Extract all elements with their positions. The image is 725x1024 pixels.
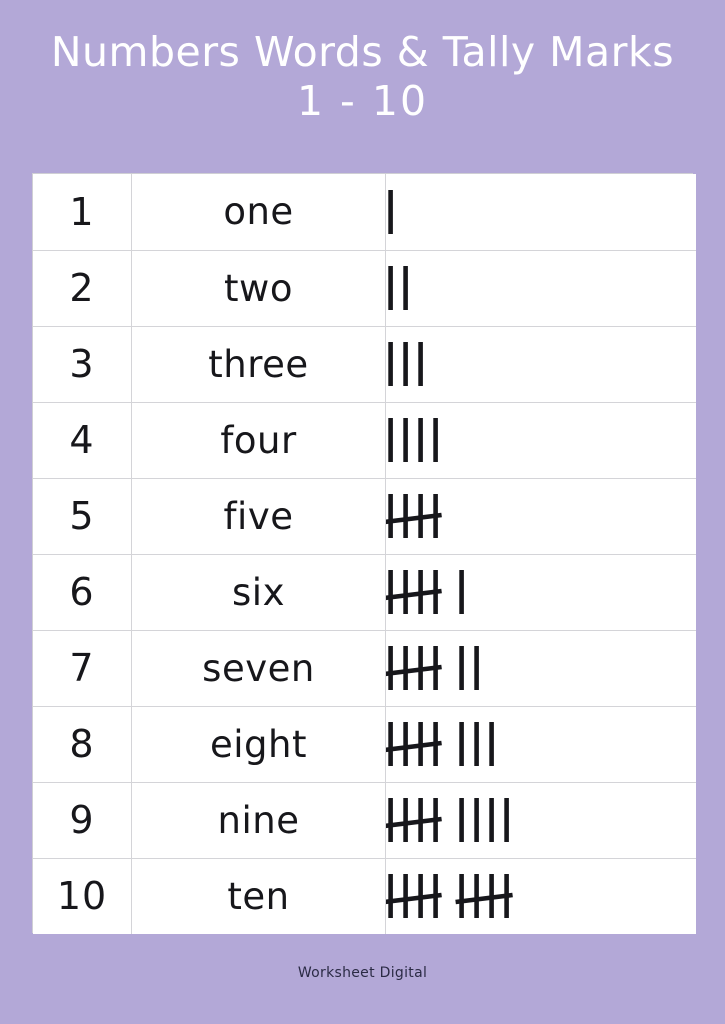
- table-row: 3 three: [33, 325, 696, 403]
- table-row: 2 two: [33, 249, 696, 327]
- tally-marks-cell: [385, 781, 696, 859]
- table-row: 1 one: [33, 174, 696, 251]
- number-chart-body: 1 one 2 two 3 three 4 four 5 five 6 six 7 seven 8 eight…: [33, 174, 696, 934]
- table-row: 9 nine: [33, 781, 696, 859]
- tally-marks-cell: [385, 249, 696, 327]
- tally-marks-cell: [385, 857, 696, 934]
- page-subtitle: 1 - 10: [296, 77, 429, 125]
- number-word-cell: ten: [131, 857, 386, 934]
- table-row: 6 six: [33, 553, 696, 631]
- tally-marks-cell: [385, 553, 696, 631]
- tally-marks-cell: [385, 705, 696, 783]
- numeral-cell: 1: [33, 174, 132, 251]
- table-row: 4 four: [33, 401, 696, 479]
- page-title: Numbers Words & Tally Marks: [50, 28, 675, 76]
- number-chart: 1 one 2 two 3 three 4 four 5 five 6 six 7 seven 8 eight…: [32, 173, 696, 934]
- numeral-cell: 9: [33, 781, 132, 859]
- number-word-cell: six: [131, 553, 386, 631]
- tally-marks-cell: [385, 477, 696, 555]
- tally-marks-cell: [385, 401, 696, 479]
- table-row: 5 five: [33, 477, 696, 555]
- numeral-cell: 6: [33, 553, 132, 631]
- numeral-cell: 10: [33, 857, 132, 934]
- number-word-cell: seven: [131, 629, 386, 707]
- table-row: 8 eight: [33, 705, 696, 783]
- numeral-cell: 2: [33, 249, 132, 327]
- number-word-cell: nine: [131, 781, 386, 859]
- number-word-cell: three: [131, 325, 386, 403]
- tally-marks-cell: [385, 325, 696, 403]
- table-row: 10 ten: [33, 857, 696, 934]
- tally-marks-cell: [385, 174, 696, 251]
- numeral-cell: 3: [33, 325, 132, 403]
- numeral-cell: 7: [33, 629, 132, 707]
- title-block: Numbers Words & Tally Marks 1 - 10: [0, 28, 725, 126]
- number-word-cell: four: [131, 401, 386, 479]
- number-chart-table: 1 one 2 two 3 three 4 four 5 five 6 six 7 seven 8 eight…: [33, 174, 696, 934]
- tally-marks-cell: [385, 629, 696, 707]
- numeral-cell: 4: [33, 401, 132, 479]
- number-word-cell: two: [131, 249, 386, 327]
- numeral-cell: 5: [33, 477, 132, 555]
- footer-credit: Worksheet Digital: [297, 965, 428, 981]
- number-word-cell: eight: [131, 705, 386, 783]
- table-row: 7 seven: [33, 629, 696, 707]
- numeral-cell: 8: [33, 705, 132, 783]
- worksheet-page: Numbers Words & Tally Marks 1 - 10 1 one 2…: [0, 0, 725, 1024]
- number-word-cell: one: [131, 174, 386, 251]
- number-word-cell: five: [131, 477, 386, 555]
